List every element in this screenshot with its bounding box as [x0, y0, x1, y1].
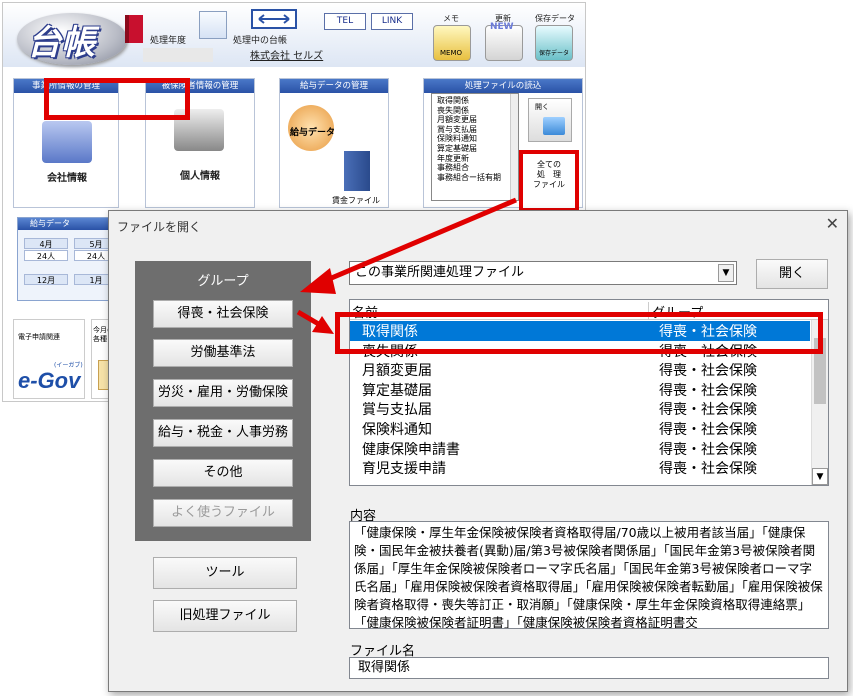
- list-row[interactable]: 育児支援申請 得喪・社会保険: [350, 458, 810, 478]
- group-button-kyuyo-zeikin[interactable]: 給与・税金・人事労務: [153, 419, 293, 447]
- file-list-item[interactable]: 算定基礎届: [437, 144, 518, 154]
- row-group: 得喪・社会保険: [659, 382, 757, 399]
- saved-data-icon[interactable]: 保存データ: [535, 25, 573, 61]
- file-list-item[interactable]: 喪失関係: [437, 106, 518, 116]
- tel-button[interactable]: TEL: [324, 13, 366, 30]
- file-list-item[interactable]: 年度更新: [437, 154, 518, 164]
- memo-icon-text: MEMO: [440, 49, 463, 57]
- month-cell[interactable]: 4月: [24, 238, 68, 249]
- row-group: 得喪・社会保険: [659, 441, 757, 458]
- process-file-header: 処理ファイルの読込: [424, 79, 582, 93]
- logo-text: 台帳: [27, 23, 95, 63]
- user-name-box: [143, 48, 213, 62]
- row-name: 賞与支払届: [362, 402, 432, 419]
- group-title: グループ: [197, 274, 249, 289]
- dropdown-arrow-icon[interactable]: ▼: [718, 264, 734, 282]
- update-icon[interactable]: NEW: [485, 22, 523, 61]
- file-list-scrollbar[interactable]: [510, 94, 518, 200]
- memo-label: メモ: [443, 14, 459, 23]
- row-group: 得喪・社会保険: [659, 422, 757, 438]
- building-icon[interactable]: [42, 121, 92, 163]
- saved-data-label: 保存データ: [535, 14, 575, 23]
- company-info-label[interactable]: 会社情報: [47, 169, 87, 184]
- file-list-item[interactable]: 事務組合ー括有期: [437, 173, 518, 183]
- memo-icon[interactable]: MEMO: [433, 25, 471, 61]
- row-name: 保険料通知: [362, 422, 432, 438]
- filename-field[interactable]: 取得関係: [349, 657, 829, 679]
- saved-data-icon-text: 保存データ: [539, 50, 570, 57]
- all-files-line: ファイル: [533, 180, 565, 189]
- all-files-line: 全ての: [537, 160, 561, 169]
- personal-info-label[interactable]: 個人情報: [180, 167, 220, 182]
- tools-button[interactable]: ツール: [153, 557, 297, 589]
- all-files-line: 処 理: [537, 170, 561, 179]
- payroll-data-panel: 給与データの管理 給与データ 賃金ファイル: [279, 78, 389, 208]
- fiscal-year-label: 処理年度: [150, 36, 187, 46]
- company-name: 株式会社 セルズ: [250, 51, 324, 62]
- group-button-rosai-koyo[interactable]: 労災・雇用・労働保険: [153, 379, 293, 407]
- file-scope-dropdown[interactable]: この事業所関連処理ファイル ▼: [349, 261, 737, 285]
- file-list-item[interactable]: 事務組合: [437, 163, 518, 173]
- row-group: 得喪・社会保険: [659, 461, 757, 478]
- process-file-list[interactable]: 取得関係 喪失関係 月額変更届 賞与支払届 保険料通知 算定基礎届 年度更新 事…: [431, 93, 519, 201]
- content-textbox[interactable]: 「健康保険・厚生年金保険被保険者資格取得届/70歳以上被用者該当届」「健康保険・…: [349, 521, 829, 629]
- list-row[interactable]: 保険料通知 得喪・社会保険: [350, 419, 810, 439]
- payroll-data-header: 給与データの管理: [280, 79, 388, 93]
- file-list-item[interactable]: 賞与支払届: [437, 125, 518, 135]
- group-button-tokuso-shakai-hoken[interactable]: 得喪・社会保険: [153, 300, 293, 328]
- file-list-item[interactable]: 取得関係: [437, 96, 518, 106]
- current-ledger-label: 処理中の台帳: [233, 36, 288, 46]
- open-button[interactable]: 開く: [756, 259, 828, 289]
- link-button[interactable]: LINK: [371, 13, 413, 30]
- wage-file-label: 賃金ファイル: [332, 196, 380, 205]
- group-panel: グループ 得喪・社会保険 労働基準法 労災・雇用・労働保険 給与・税金・人事労務…: [135, 261, 311, 541]
- file-open-dialog: ファイルを開く ✕ グループ 得喪・社会保険 労働基準法 労災・雇用・労働保険 …: [108, 210, 848, 692]
- row-group: 得喪・社会保険: [659, 402, 757, 419]
- list-row[interactable]: 算定基礎届 得喪・社会保険: [350, 380, 810, 400]
- payroll-summary-title: 給与データ: [18, 218, 122, 230]
- folder-icon: [543, 117, 565, 135]
- open-small-label: 開く: [535, 103, 549, 111]
- e-gov-caption: 電子申請関連: [18, 333, 60, 341]
- e-gov-logo: e-Gov: [18, 368, 81, 393]
- all-process-files-button[interactable]: 全ての 処 理 ファイル: [519, 150, 579, 212]
- list-row[interactable]: 月額変更届 得喪・社会保険: [350, 360, 810, 380]
- list-row[interactable]: 賞与支払届 得喪・社会保険: [350, 399, 810, 419]
- wage-file-icon[interactable]: [344, 151, 370, 191]
- highlight-frame-row: [335, 312, 823, 354]
- row-name: 育児支援申請: [362, 461, 446, 478]
- row-group: 得喪・社会保険: [659, 363, 757, 380]
- old-process-files-button[interactable]: 旧処理ファイル: [153, 600, 297, 632]
- group-button-rodo-kijunho[interactable]: 労働基準法: [153, 339, 293, 367]
- file-scope-value: この事業所関連処理ファイル: [355, 265, 525, 280]
- file-list-item[interactable]: 月額変更届: [437, 115, 518, 125]
- file-list-item[interactable]: 保険料通知: [437, 134, 518, 144]
- row-name: 月額変更届: [362, 363, 432, 380]
- app-logo: 台帳: [17, 13, 127, 65]
- group-button-frequent-files[interactable]: よく使うファイル: [153, 499, 293, 527]
- payroll-icon-label: 給与データ: [290, 128, 336, 138]
- month-cell[interactable]: 12月: [24, 274, 68, 285]
- open-folder-button[interactable]: 開く: [528, 98, 572, 142]
- dialog-title: ファイルを開く: [117, 220, 202, 234]
- group-button-sonota[interactable]: その他: [153, 459, 293, 487]
- highlight-frame-group: [44, 78, 190, 120]
- e-gov-panel[interactable]: 電子申請関連 e-Gov (イーガブ): [13, 319, 85, 399]
- red-book-icon: [125, 15, 143, 43]
- row-name: 健康保険申請書: [362, 441, 460, 458]
- e-gov-logo-small: (イーガブ): [54, 362, 83, 369]
- count-cell: 24人: [24, 250, 68, 261]
- close-icon[interactable]: ✕: [826, 214, 839, 233]
- swap-arrows-icon[interactable]: [251, 9, 297, 29]
- row-name: 算定基礎届: [362, 382, 432, 399]
- new-badge: NEW: [490, 22, 514, 32]
- scroll-down-icon[interactable]: ▼: [812, 468, 828, 485]
- list-row[interactable]: 健康保険申請書 得喪・社会保険: [350, 439, 810, 459]
- calendar-icon[interactable]: [199, 11, 227, 39]
